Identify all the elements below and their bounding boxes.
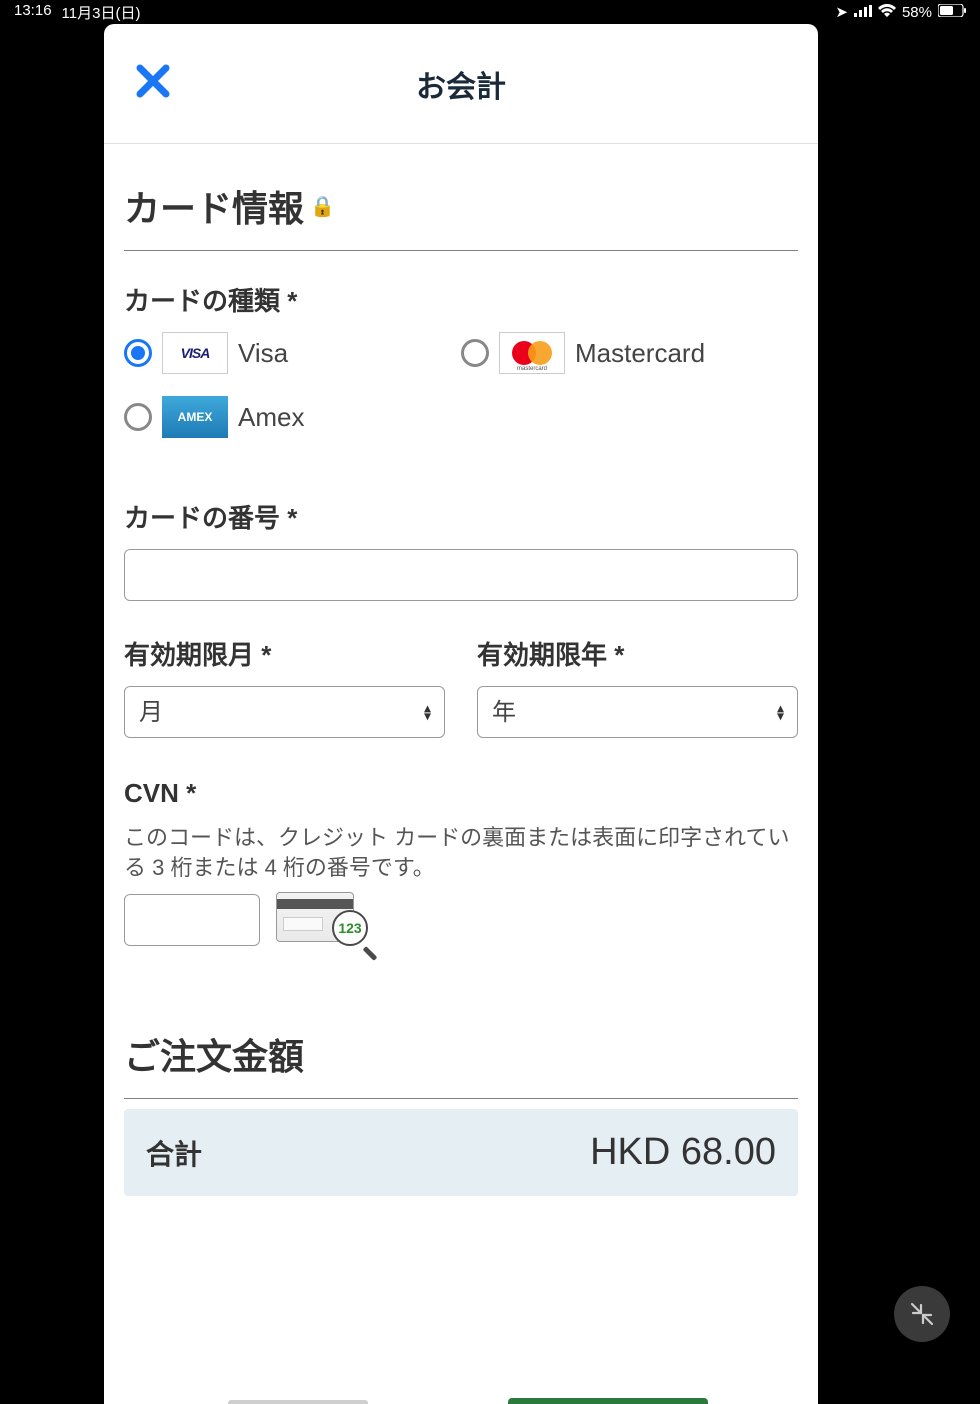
divider (124, 1098, 798, 1099)
cvn-help-text: このコードは、クレジット カードの裏面または表面に印字されている 3 桁または … (124, 823, 798, 882)
cvn-illustration-digits: 123 (332, 910, 368, 946)
checkout-modal: お会計 カード情報 🔒 カードの種類 * VISA Visa mastercar… (104, 24, 818, 1404)
home-indicator[interactable] (350, 1390, 630, 1396)
exp-year-select[interactable]: 年 (477, 686, 798, 738)
amex-logo-icon: AMEX (162, 396, 228, 438)
visa-logo-icon: VISA (162, 332, 228, 374)
page-title: お会計 (416, 62, 506, 106)
order-total-label: 合計 (146, 1133, 202, 1173)
card-info-heading: カード情報 🔒 (124, 180, 798, 232)
collapse-fab-button[interactable] (894, 1286, 950, 1342)
card-type-visa-label: Visa (238, 338, 288, 369)
card-type-mastercard-label: Mastercard (575, 338, 705, 369)
signal-icon (854, 4, 872, 21)
card-type-amex-label: Amex (238, 402, 304, 433)
card-number-label: カードの番号 * (124, 498, 798, 535)
card-type-label: カードの種類 * (124, 281, 798, 318)
status-date: 11月3日(日) (62, 2, 141, 23)
card-type-option-amex[interactable]: AMEX Amex (124, 396, 461, 438)
wifi-icon (878, 4, 896, 21)
divider (124, 250, 798, 251)
status-bar: 13:16 11月3日(日) ➤ 58% (0, 0, 980, 24)
exp-year-label: 有効期限年 * (477, 635, 798, 672)
location-icon: ➤ (835, 3, 848, 21)
card-number-input[interactable] (124, 549, 798, 601)
status-time: 13:16 (14, 2, 52, 23)
radio-visa[interactable] (124, 339, 152, 367)
lock-icon: 🔒 (310, 194, 335, 219)
order-amount-heading: ご注文金額 (124, 1028, 798, 1080)
radio-amex[interactable] (124, 403, 152, 431)
modal-header: お会計 (104, 24, 818, 144)
exp-month-select[interactable]: 月 (124, 686, 445, 738)
cvn-label: CVN * (124, 778, 798, 809)
submit-button-edge[interactable] (508, 1398, 708, 1404)
card-info-heading-text: カード情報 (124, 180, 304, 232)
order-total-row: 合計 HKD 68.00 (124, 1109, 798, 1196)
battery-icon (938, 4, 966, 21)
cvn-illustration-icon: 123 (276, 892, 368, 948)
exp-month-label: 有効期限月 * (124, 635, 445, 672)
card-type-option-mastercard[interactable]: mastercard Mastercard (461, 332, 798, 374)
radio-mastercard[interactable] (461, 339, 489, 367)
card-type-option-visa[interactable]: VISA Visa (124, 332, 461, 374)
mastercard-logo-icon: mastercard (499, 332, 565, 374)
close-button[interactable] (124, 57, 172, 111)
button-edge (228, 1400, 368, 1404)
battery-percent: 58% (902, 4, 932, 21)
order-total-amount: HKD 68.00 (590, 1131, 776, 1174)
cvn-input[interactable] (124, 894, 260, 946)
